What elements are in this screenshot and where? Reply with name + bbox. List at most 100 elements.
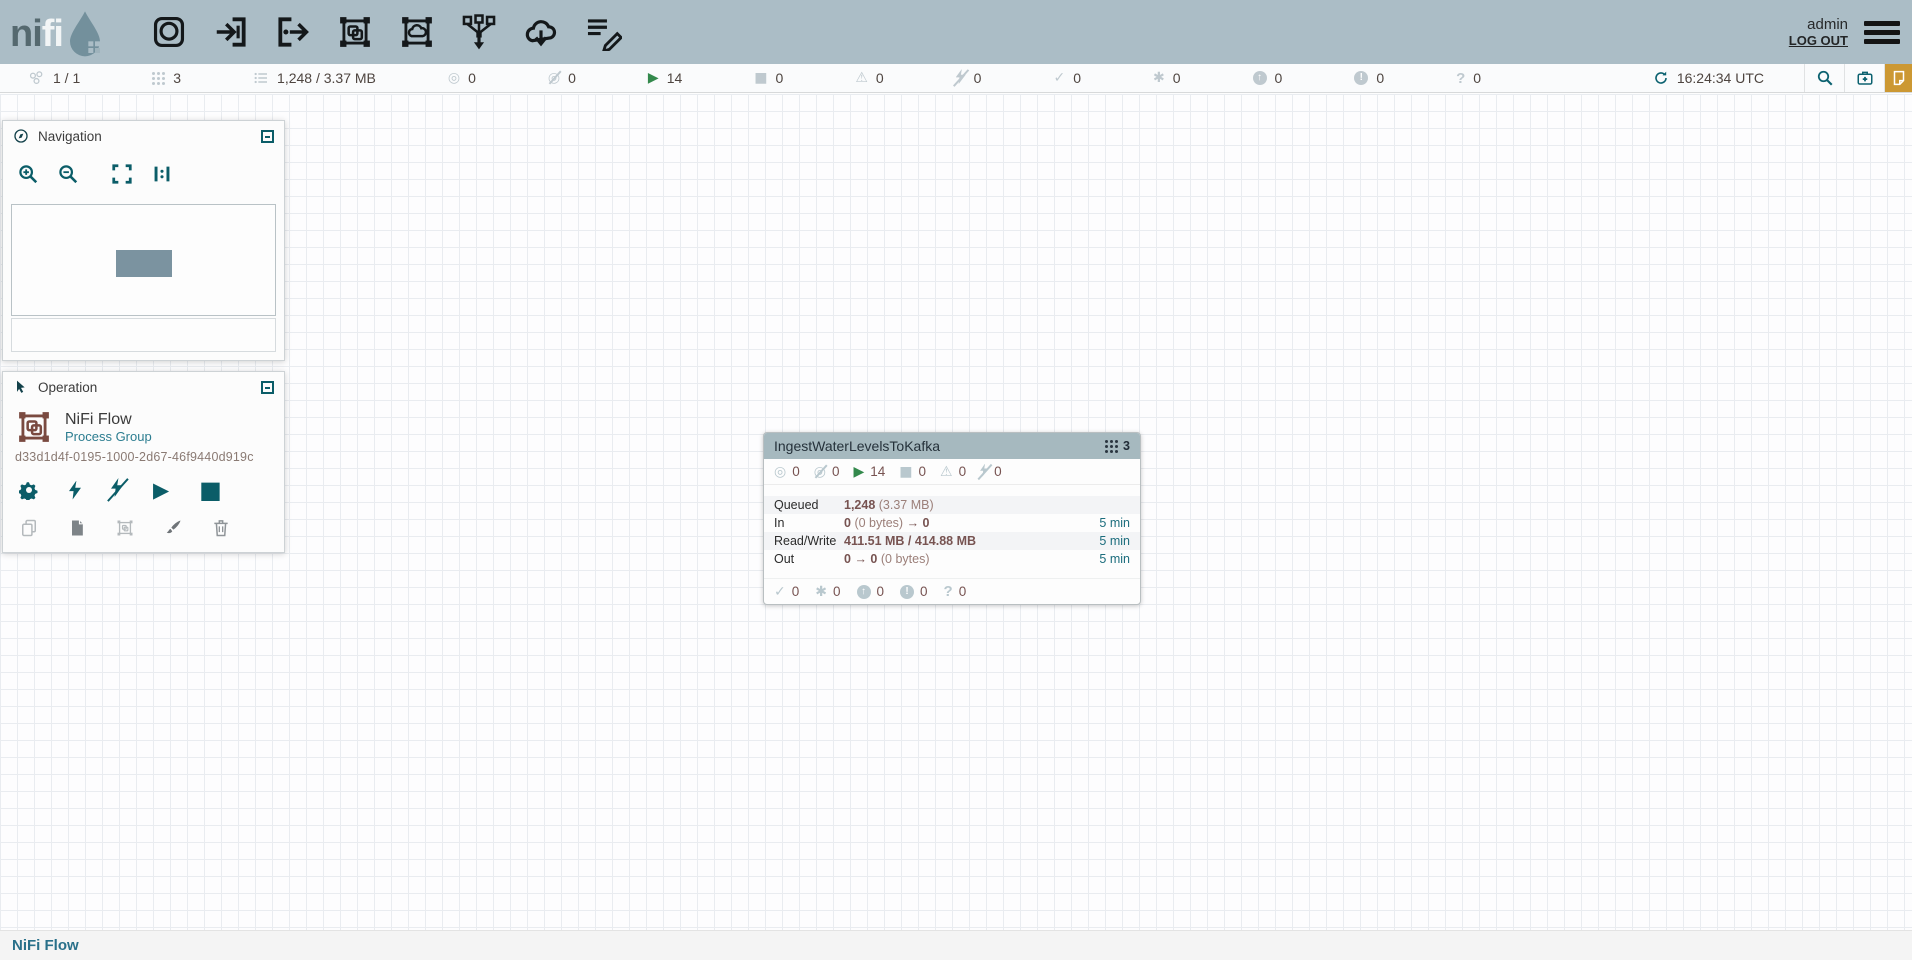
process-group-header[interactable]: IngestWaterLevelsToKafka 3 (764, 433, 1140, 459)
minimap-footer-strip (11, 318, 276, 352)
template-icon[interactable] (521, 12, 561, 52)
navigation-title: Navigation (38, 129, 261, 144)
output-port-icon[interactable] (273, 12, 313, 52)
sync-failure-icon: ? (944, 583, 953, 600)
queued-status: 1,248 / 3.37 MB (253, 70, 376, 86)
paste-button[interactable] (67, 518, 87, 538)
current-user: admin (1789, 16, 1848, 33)
zoom-out-button[interactable] (57, 163, 79, 190)
locally-modified-status: ✱0 (1153, 70, 1181, 86)
logout-link[interactable]: LOG OUT (1789, 33, 1848, 48)
invalid-status: ⚠0 (855, 70, 883, 86)
compass-icon (13, 128, 29, 144)
label-icon[interactable] (583, 12, 623, 52)
enable-button[interactable] (69, 481, 81, 500)
bulletin-indicator-button[interactable] (1884, 64, 1912, 92)
locally-modified-stale-icon: ! (900, 585, 914, 599)
global-menu-button[interactable] (1864, 17, 1900, 48)
nifi-droplet-icon (65, 6, 105, 60)
refresh-icon[interactable] (1653, 70, 1669, 86)
zoom-in-icon (17, 163, 39, 185)
gear-icon (19, 480, 39, 500)
breadcrumb-bar: NiFi Flow (0, 930, 1912, 960)
pg-up-to-date: ✓0 (774, 584, 799, 599)
birdseye-minimap[interactable] (11, 204, 276, 316)
operation-title: Operation (38, 380, 261, 395)
sync-failure-status: ?0 (1456, 70, 1481, 87)
up-to-date-icon: ✓ (1053, 71, 1065, 85)
contents-status: 3 (152, 70, 181, 86)
paste-icon (67, 518, 87, 538)
stopped-icon: ■ (754, 71, 767, 85)
grid-dots-icon (152, 72, 165, 85)
play-icon: ▶ (153, 480, 169, 501)
group-frame-icon (115, 518, 135, 538)
transmitting-icon: ◎ (448, 71, 460, 85)
transmitting-status: ◎0 (448, 70, 476, 86)
pg-not-transmitting: ◎0 (814, 464, 840, 479)
selected-component-name: NiFi Flow (65, 411, 152, 429)
configure-button[interactable] (19, 480, 39, 500)
start-button[interactable]: ▶ (153, 480, 169, 501)
process-group-status-row: ◎0 ◎0 ▶14 ■0 ⚠0 0 (764, 459, 1140, 485)
funnel-icon[interactable] (459, 12, 499, 52)
cluster-icon (28, 70, 45, 87)
pg-locally-modified: ✱0 (815, 584, 840, 599)
group-button[interactable] (115, 518, 135, 538)
note-icon (1890, 69, 1908, 87)
stat-row-in: In 0 (0 bytes) → 0 5 min (764, 514, 1140, 532)
process-group-name: IngestWaterLevelsToKafka (774, 438, 1105, 454)
running-icon: ▶ (648, 71, 659, 85)
pg-stale: ↑0 (857, 584, 885, 599)
stop-button[interactable]: ■ (199, 478, 222, 502)
breadcrumb-root[interactable]: NiFi Flow (12, 937, 79, 954)
invalid-icon: ⚠ (940, 465, 953, 479)
selected-component-id: d33d1d4f-0195-1000-2d67-46f9440d919c (15, 450, 272, 464)
locally-modified-stale-icon: ! (1354, 71, 1368, 85)
pg-sync-failure: ?0 (944, 583, 967, 600)
brush-icon (163, 518, 183, 538)
disable-button[interactable] (111, 478, 123, 502)
bulletin-board-button[interactable] (1844, 64, 1884, 92)
up-to-date-icon: ✓ (774, 585, 786, 599)
bolt-slash-icon (111, 478, 123, 502)
search-icon (1816, 69, 1834, 87)
sync-failure-icon: ? (1456, 70, 1465, 87)
color-button[interactable] (163, 518, 183, 538)
stale-icon: ↑ (857, 585, 871, 599)
input-port-icon[interactable] (211, 12, 251, 52)
processor-icon[interactable] (149, 12, 189, 52)
pg-invalid: ⚠0 (940, 464, 966, 479)
invalid-icon: ⚠ (855, 71, 868, 85)
stopped-icon: ■ (899, 465, 912, 479)
locally-modified-icon: ✱ (815, 585, 827, 599)
search-button[interactable] (1804, 64, 1844, 92)
last-refreshed: 16:24:34 UTC (1653, 64, 1764, 92)
zoom-actual-size-button[interactable] (151, 163, 173, 190)
process-group-version-row: ✓0 ✱0 ↑0 !0 ?0 (764, 578, 1140, 604)
running-icon: ▶ (853, 465, 864, 479)
stale-status: ↑0 (1253, 70, 1283, 86)
locally-modified-icon: ✱ (1153, 71, 1165, 85)
collapse-navigation-button[interactable] (261, 130, 274, 143)
nifi-logo-text: nifi (10, 8, 63, 60)
process-group-component[interactable]: IngestWaterLevelsToKafka 3 ◎0 ◎0 ▶14 ■0 … (763, 432, 1141, 605)
process-group-contents-count: 3 (1105, 439, 1130, 453)
flow-status-bar: 1 / 1 3 1,248 / 3.37 MB ◎0 ◎0 ▶14 ■0 ⚠0 … (0, 64, 1912, 93)
delete-button[interactable] (211, 518, 231, 538)
process-group-icon[interactable] (335, 12, 375, 52)
locally-modified-stale-status: !0 (1354, 70, 1384, 86)
cluster-status: 1 / 1 (28, 70, 80, 87)
operation-palette: Operation NiFi Flow Process Group d33d1d… (2, 371, 285, 553)
disabled-icon (956, 69, 966, 87)
component-toolbar (149, 12, 623, 52)
zoom-fit-button[interactable] (111, 163, 133, 190)
remote-process-group-icon[interactable] (397, 12, 437, 52)
pg-disabled: 0 (980, 464, 1002, 480)
stat-row-readwrite: Read/Write 411.51 MB / 414.88 MB 5 min (764, 532, 1140, 550)
stop-icon: ■ (199, 478, 222, 502)
collapse-operation-button[interactable] (261, 381, 274, 394)
zoom-in-button[interactable] (17, 163, 39, 190)
process-group-stats: Queued 1,248 (3.37 MB) In 0 (0 bytes) → … (764, 496, 1140, 568)
copy-button[interactable] (19, 518, 39, 538)
